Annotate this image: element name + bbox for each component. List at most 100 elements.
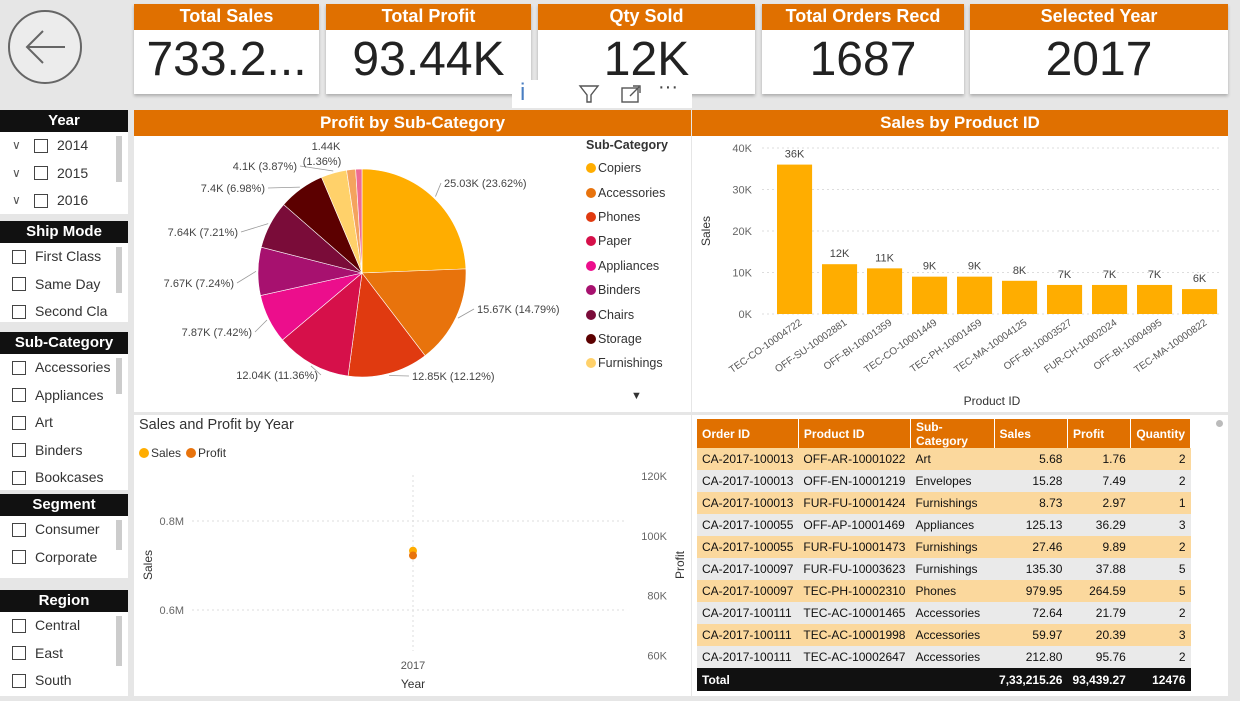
table-row[interactable]: CA-2017-100055 OFF-AP-10001469 Appliances 1… (697, 514, 1191, 536)
slicer-item[interactable]: Bookcases (0, 464, 128, 490)
checkbox[interactable] (12, 550, 26, 565)
profit-point[interactable] (409, 551, 417, 560)
slicer-item[interactable]: Consumer (0, 516, 128, 544)
checkbox[interactable] (12, 618, 26, 633)
slicer-item[interactable]: Binders (0, 437, 128, 465)
checkbox[interactable] (12, 673, 26, 688)
legend-item[interactable]: Binders (586, 278, 686, 302)
bar[interactable] (1002, 280, 1038, 314)
slicer-item[interactable]: ∨ 2016 (0, 187, 128, 214)
checkbox[interactable] (12, 415, 26, 430)
chevron-down-icon[interactable]: ∨ (12, 132, 26, 159)
slicer-item[interactable]: South (0, 667, 128, 695)
back-button[interactable] (8, 10, 82, 84)
table-row[interactable]: CA-2017-100013 FUR-FU-10001424 Furnishings… (697, 492, 1191, 514)
slicer-item[interactable]: Second Cla (0, 298, 128, 322)
table-cell: OFF-AP-10001469 (798, 514, 911, 536)
column-header[interactable]: Sales (994, 419, 1068, 448)
bar[interactable] (1047, 284, 1083, 314)
table-row[interactable]: CA-2017-100111 TEC-AC-10002647 Accessories… (697, 646, 1191, 668)
checkbox[interactable] (34, 193, 48, 208)
slicer-item[interactable]: Appliances (0, 382, 128, 410)
table-scrollbar[interactable] (1216, 420, 1223, 427)
slicer-item[interactable]: ∨ 2014 (0, 132, 128, 160)
table-total-row[interactable]: Total 7,33,215.26 93,439.27 12476 (697, 668, 1191, 691)
column-header[interactable]: Profit (1067, 419, 1132, 448)
legend-item[interactable]: Chairs (586, 302, 686, 326)
checkbox[interactable] (12, 646, 26, 661)
bar[interactable] (1137, 284, 1173, 314)
info-icon[interactable]: i (520, 80, 525, 106)
checkbox[interactable] (12, 443, 26, 458)
legend-label: Phones (598, 209, 641, 224)
legend-item[interactable]: Accessories (586, 180, 686, 204)
checkbox[interactable] (12, 249, 26, 264)
table-row[interactable]: CA-2017-100111 TEC-AC-10001998 Accessories… (697, 624, 1191, 646)
chevron-down-icon[interactable]: ∨ (12, 160, 26, 187)
table-row[interactable]: CA-2017-100013 OFF-AR-10001022 Art 5.68 1.76… (697, 448, 1191, 470)
slicer-item[interactable]: Art (0, 409, 128, 437)
table-cell: 979.95 (994, 580, 1068, 602)
sales-by-product-visual[interactable]: Sales by Product ID 0K 10K 20K 30K 40K Sales 3… (692, 110, 1228, 412)
slicer-item[interactable]: Same Day (0, 271, 128, 299)
slicer-item-label: Bookcases (35, 469, 104, 486)
column-header[interactable]: Order ID (697, 419, 799, 448)
legend-swatch (586, 163, 596, 174)
bar[interactable] (1182, 289, 1218, 314)
checkbox[interactable] (12, 360, 26, 375)
table-row[interactable]: CA-2017-100097 TEC-PH-10002310 Phones 979.9… (697, 580, 1191, 602)
legend-item[interactable]: Furnishings (586, 351, 686, 375)
bar[interactable] (1092, 284, 1128, 314)
slicer-item[interactable]: East (0, 640, 128, 668)
bar[interactable] (867, 268, 903, 314)
table-row[interactable]: CA-2017-100055 FUR-FU-10001473 Furnishings… (697, 536, 1191, 558)
slicer-item[interactable]: First Class (0, 243, 128, 271)
scrollbar[interactable] (116, 358, 122, 394)
chevron-down-icon[interactable]: ∨ (12, 187, 26, 214)
more-options-icon[interactable]: ··· (658, 76, 678, 99)
checkbox[interactable] (12, 277, 26, 292)
column-header[interactable]: Product ID (798, 419, 911, 448)
checkbox[interactable] (12, 304, 26, 319)
legend-swatch (586, 236, 596, 247)
scrollbar[interactable] (116, 520, 122, 550)
bar[interactable] (957, 276, 993, 314)
table-cell: 95.76 (1067, 646, 1131, 668)
legend-item[interactable]: Appliances (586, 254, 686, 278)
slicer-item[interactable]: Corporate (0, 544, 128, 572)
table-row[interactable]: CA-2017-100111 TEC-AC-10001465 Accessories… (697, 602, 1191, 624)
sales-profit-by-year-visual[interactable]: Sales and Profit by Year Sales Profit 0.… (134, 415, 691, 696)
bar[interactable] (912, 276, 948, 314)
scrollbar[interactable] (116, 136, 122, 182)
table-row[interactable]: CA-2017-100013 OFF-EN-10001219 Envelopes 15… (697, 470, 1191, 492)
bar[interactable] (777, 164, 813, 314)
table-cell: 8.73 (994, 492, 1068, 514)
column-header[interactable]: Sub-Category (910, 419, 995, 448)
legend-label: Furnishings (598, 356, 663, 371)
checkbox[interactable] (34, 166, 48, 181)
legend-item[interactable]: Copiers (586, 156, 686, 180)
checkbox[interactable] (12, 388, 26, 403)
legend-item[interactable]: Paper (586, 229, 686, 253)
checkbox[interactable] (34, 138, 48, 153)
slicer-item[interactable]: ∨ 2015 (0, 160, 128, 188)
scrollbar[interactable] (116, 616, 122, 666)
filter-icon[interactable] (578, 84, 600, 104)
slicer-item[interactable]: Central (0, 612, 128, 640)
kpi-label: Total Sales (134, 4, 319, 30)
slicer-item[interactable]: Accessories (0, 354, 128, 382)
legend-item[interactable]: Storage (586, 327, 686, 351)
profit-by-subcategory-visual[interactable]: Profit by Sub-Category 25.03K (23.62%) 15… (134, 110, 691, 412)
bar[interactable] (822, 264, 858, 314)
checkbox[interactable] (12, 470, 26, 485)
table-cell: 12476 (1130, 668, 1191, 691)
table-cell: OFF-EN-10001219 (798, 470, 911, 492)
slicer-item-label: Central (35, 617, 81, 634)
legend-scroll-down-icon[interactable]: ▼ (631, 390, 642, 402)
scrollbar[interactable] (116, 247, 122, 293)
table-row[interactable]: CA-2017-100097 FUR-FU-10003623 Furnishings… (697, 558, 1191, 580)
checkbox[interactable] (12, 522, 26, 537)
legend-item[interactable]: Phones (586, 205, 686, 229)
column-header[interactable]: Quantity (1130, 419, 1191, 448)
focus-mode-icon[interactable] (620, 84, 642, 104)
